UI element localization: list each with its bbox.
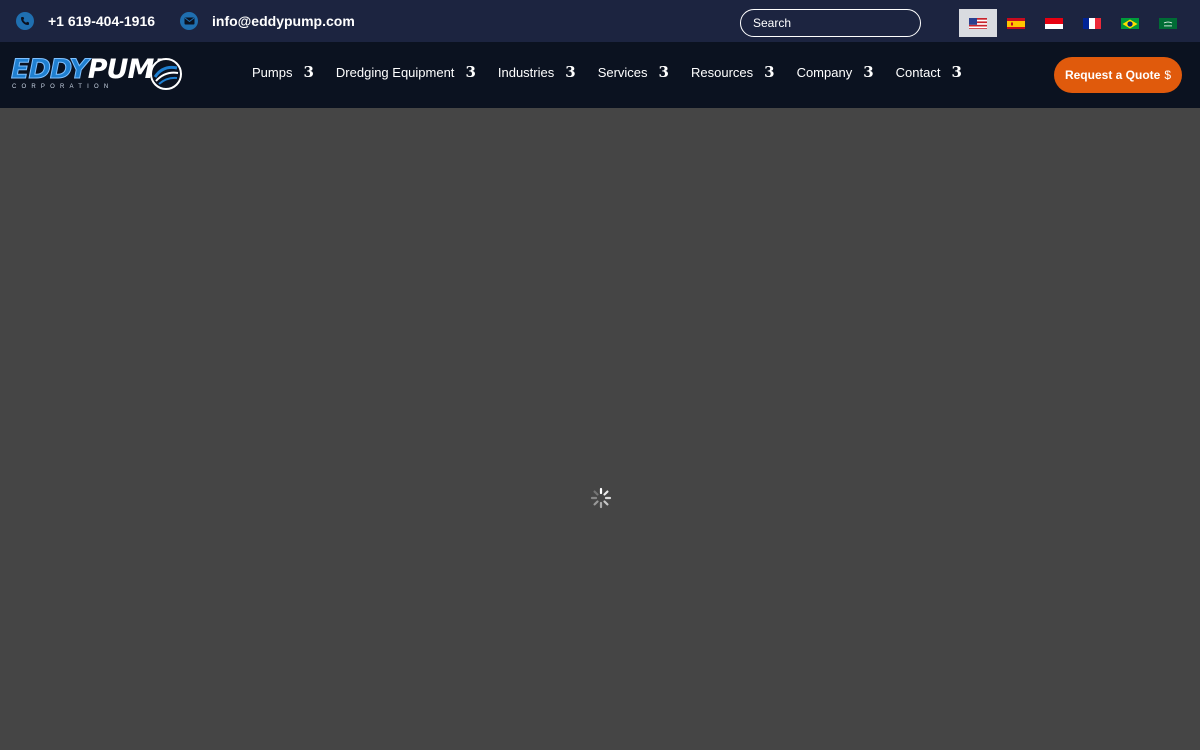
primary-nav: Pumps 3 Dredging Equipment 3 Industries … (252, 42, 984, 102)
nav-item-label: Company (796, 64, 853, 80)
flag-sa-icon (1159, 17, 1177, 29)
nav-item-label: Services (597, 64, 648, 80)
logo-subtitle: CORPORATION (12, 84, 114, 90)
request-quote-button[interactable]: Request a Quote $ (1054, 57, 1182, 93)
flag-us-icon (969, 17, 987, 29)
chevron-down-icon: 3 (658, 63, 669, 81)
email-address: info@eddypump.com (212, 13, 355, 29)
request-quote-label: Request a Quote (1064, 68, 1161, 82)
chevron-down-icon: 3 (951, 63, 962, 81)
nav-item-label: Contact (895, 64, 941, 80)
flag-sa[interactable] (1149, 9, 1187, 37)
search-input[interactable] (740, 9, 921, 37)
logo-wordmark: EDDYPUMP (11, 54, 174, 86)
email-icon (180, 12, 198, 30)
flag-us[interactable] (959, 9, 997, 37)
flag-br[interactable] (1111, 9, 1149, 37)
chevron-down-icon: 3 (863, 63, 874, 81)
dollar-icon: $ (1164, 68, 1172, 82)
nav-item-dredging-equipment[interactable]: Dredging Equipment 3 (336, 63, 476, 81)
top-contact-bar: +1 619-404-1916 info@eddypump.com (0, 0, 1200, 42)
flag-es-icon (1007, 17, 1025, 29)
nav-item-industries[interactable]: Industries 3 (498, 63, 576, 81)
nav-item-label: Resources (690, 64, 754, 80)
flag-fr-icon (1083, 17, 1101, 29)
main-navbar: EDDYPUMP CORPORATION Pumps 3 Dredging Eq… (0, 42, 1200, 108)
chevron-down-icon: 3 (465, 63, 476, 81)
chevron-down-icon: 3 (565, 63, 576, 81)
nav-item-services[interactable]: Services 3 (598, 63, 669, 81)
loading-spinner-icon (590, 487, 612, 509)
nav-item-company[interactable]: Company 3 (797, 63, 874, 81)
chevron-down-icon: 3 (764, 63, 775, 81)
chevron-down-icon: 3 (303, 63, 314, 81)
flag-br-icon (1121, 17, 1139, 29)
phone-icon (16, 12, 34, 30)
nav-item-label: Pumps (252, 64, 293, 80)
page-content-loading (0, 108, 1200, 750)
phone-contact[interactable]: +1 619-404-1916 (16, 0, 155, 42)
eddy-pump-logo[interactable]: EDDYPUMP CORPORATION (11, 54, 186, 94)
email-contact[interactable]: info@eddypump.com (180, 0, 355, 42)
nav-item-label: Industries (497, 64, 555, 80)
flag-id-icon (1045, 17, 1063, 29)
phone-number: +1 619-404-1916 (48, 13, 156, 29)
nav-item-contact[interactable]: Contact 3 (896, 63, 962, 81)
flag-id[interactable] (1035, 9, 1073, 37)
nav-item-resources[interactable]: Resources 3 (691, 63, 775, 81)
nav-item-label: Dredging Equipment (335, 64, 455, 80)
nav-item-pumps[interactable]: Pumps 3 (252, 63, 314, 81)
flag-es[interactable] (997, 9, 1035, 37)
logo-emblem-icon (149, 57, 183, 91)
flag-fr[interactable] (1073, 9, 1111, 37)
